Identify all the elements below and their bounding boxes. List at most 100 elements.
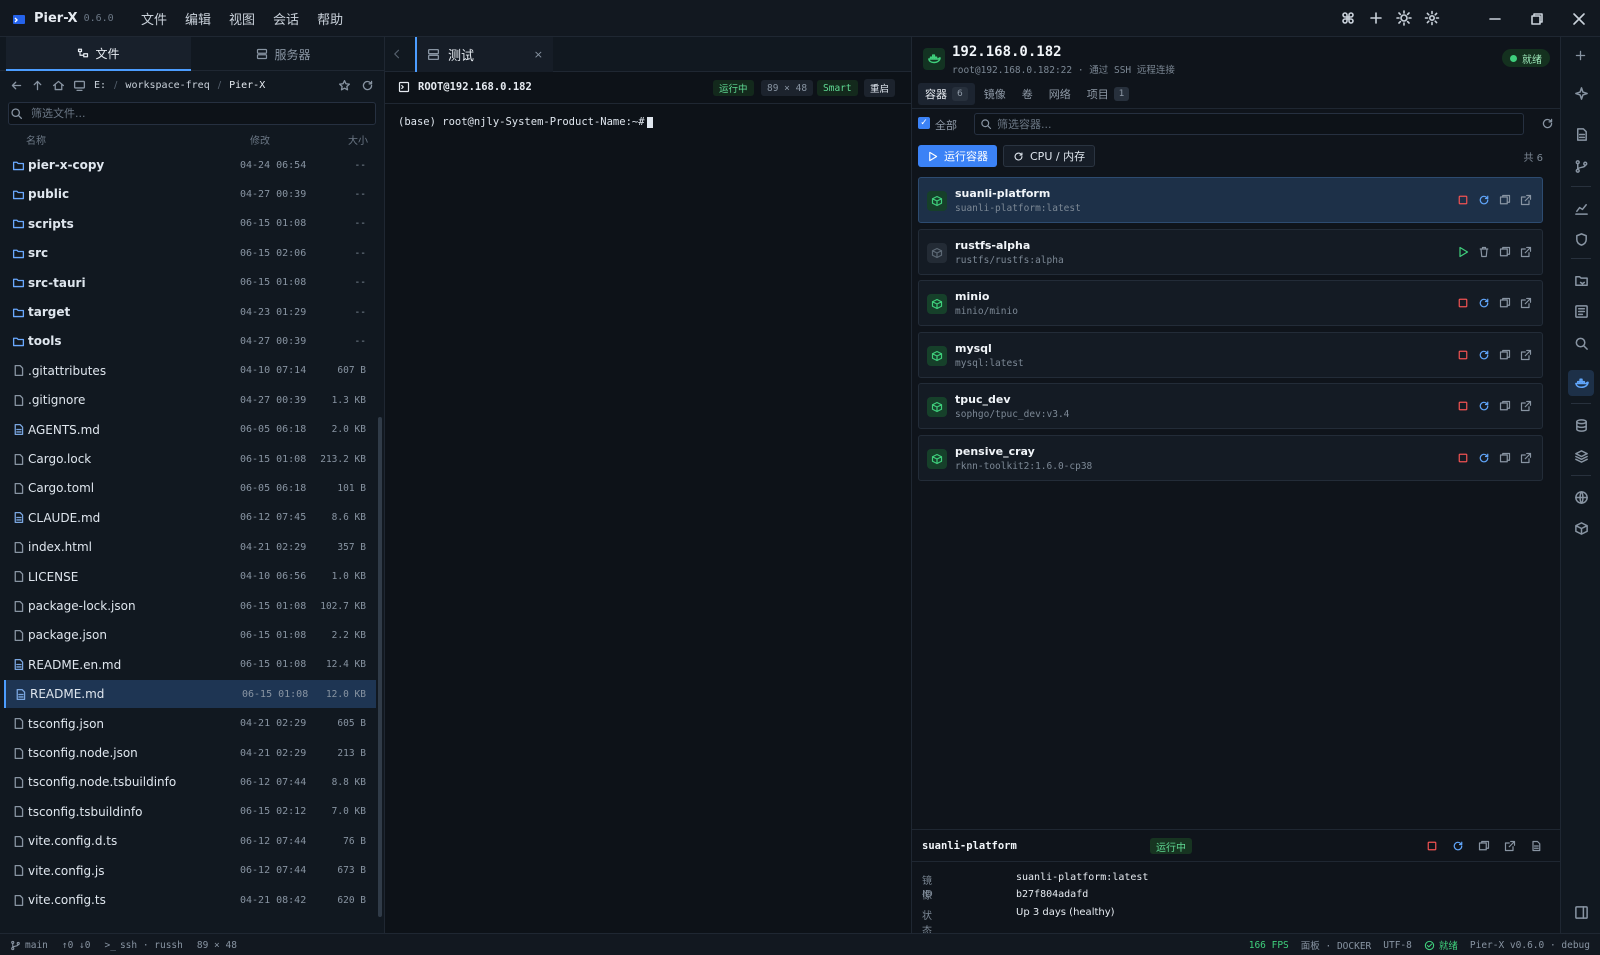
activity-network[interactable] bbox=[1568, 484, 1594, 510]
container-card[interactable]: rustfs-alpha rustfs/rustfs:alpha bbox=[918, 228, 1543, 275]
tab-volumes[interactable]: 卷 bbox=[1015, 83, 1040, 105]
container-card[interactable]: suanli-platform suanli-platform:latest bbox=[918, 177, 1543, 223]
restart-icon[interactable] bbox=[1452, 840, 1464, 852]
refresh-icon[interactable] bbox=[1541, 117, 1554, 130]
tab-close-button[interactable]: × bbox=[534, 48, 543, 61]
tab-containers[interactable]: 容器 6 bbox=[918, 83, 975, 105]
start-icon[interactable] bbox=[1457, 246, 1469, 258]
console-icon[interactable] bbox=[1499, 349, 1511, 361]
smart-mode-toggle[interactable]: Smart bbox=[817, 80, 858, 96]
column-size[interactable]: 大小 bbox=[348, 132, 368, 147]
container-filter-input[interactable] bbox=[974, 113, 1524, 135]
activity-security[interactable] bbox=[1568, 226, 1594, 252]
activity-logs[interactable] bbox=[1568, 298, 1594, 324]
folder-row[interactable]: scripts 06-15 01:08 -- bbox=[4, 210, 376, 238]
activity-database[interactable] bbox=[1568, 412, 1594, 438]
container-card[interactable]: pensive_cray rknn-toolkit2:1.6.0-cp38 bbox=[918, 434, 1543, 481]
console-icon[interactable] bbox=[1499, 246, 1511, 258]
file-row[interactable]: package.json 06-15 01:08 2.2 KB bbox=[4, 621, 376, 649]
file-row[interactable]: vite.config.d.ts 06-12 07:44 76 B bbox=[4, 827, 376, 855]
file-row[interactable]: index.html 04-21 02:29 357 B bbox=[4, 533, 376, 561]
stop-icon[interactable] bbox=[1457, 194, 1469, 206]
menu-file[interactable]: 文件 bbox=[134, 9, 174, 28]
file-row[interactable]: Cargo.toml 06-05 06:18 101 B bbox=[4, 474, 376, 502]
container-card[interactable]: tpuc_dev sophgo/tpuc_dev:v3.4 bbox=[918, 383, 1543, 429]
open-external-icon[interactable] bbox=[1520, 349, 1532, 361]
activity-docker[interactable] bbox=[1568, 370, 1594, 396]
restore-button[interactable] bbox=[1516, 0, 1558, 37]
restart-icon[interactable] bbox=[1478, 194, 1490, 206]
open-external-icon[interactable] bbox=[1520, 400, 1532, 412]
encoding-status[interactable]: UTF-8 bbox=[1383, 940, 1412, 951]
file-row[interactable]: README.md 06-15 01:08 12.0 KB bbox=[4, 680, 376, 709]
stop-icon[interactable] bbox=[1457, 349, 1469, 361]
console-icon[interactable] bbox=[1478, 840, 1490, 852]
stop-icon[interactable] bbox=[1457, 452, 1469, 464]
folder-row[interactable]: target 04-23 01:29 -- bbox=[4, 298, 376, 326]
folder-row[interactable]: src 06-15 02:06 -- bbox=[4, 239, 376, 267]
activity-sftp[interactable] bbox=[1568, 267, 1594, 293]
tab-servers[interactable]: 服务器 bbox=[191, 37, 376, 71]
folder-row[interactable]: public 04-27 00:39 -- bbox=[4, 180, 376, 208]
star-icon[interactable] bbox=[338, 79, 351, 92]
file-row[interactable]: LICENSE 04-10 06:56 1.0 KB bbox=[4, 563, 376, 591]
restart-icon[interactable] bbox=[1478, 349, 1490, 361]
console-icon[interactable] bbox=[1499, 400, 1511, 412]
logs-icon[interactable] bbox=[1530, 840, 1542, 852]
activity-monitor[interactable] bbox=[1568, 195, 1594, 221]
open-external-icon[interactable] bbox=[1504, 840, 1516, 852]
settings-gear-icon[interactable] bbox=[1424, 10, 1440, 26]
terminal-output[interactable]: (base) root@njly-System-Product-Name:~# bbox=[385, 104, 911, 140]
column-modified[interactable]: 修改 bbox=[250, 132, 270, 147]
container-card[interactable]: mysql mysql:latest bbox=[918, 331, 1543, 378]
open-external-icon[interactable] bbox=[1520, 452, 1532, 464]
menu-session[interactable]: 会话 bbox=[266, 9, 306, 28]
file-filter-input[interactable] bbox=[8, 102, 376, 125]
minimize-button[interactable] bbox=[1474, 0, 1516, 37]
scrollbar-thumb[interactable] bbox=[378, 417, 382, 917]
folder-row[interactable]: tools 04-27 00:39 -- bbox=[4, 327, 376, 355]
panel-status[interactable]: 面板 · DOCKER bbox=[1301, 938, 1371, 952]
restart-icon[interactable] bbox=[1478, 297, 1490, 309]
menu-help[interactable]: 帮助 bbox=[310, 9, 350, 28]
activity-search[interactable] bbox=[1568, 330, 1594, 356]
restart-icon[interactable] bbox=[1478, 400, 1490, 412]
file-row[interactable]: CLAUDE.md 06-12 07:45 8.6 KB bbox=[4, 504, 376, 532]
restart-icon[interactable] bbox=[1478, 452, 1490, 464]
restart-button[interactable]: 重启 bbox=[864, 79, 896, 97]
stop-icon[interactable] bbox=[1457, 297, 1469, 309]
activity-files[interactable] bbox=[1568, 121, 1594, 147]
menu-edit[interactable]: 编辑 bbox=[178, 9, 218, 28]
theme-sun-icon[interactable] bbox=[1396, 10, 1412, 26]
console-icon[interactable] bbox=[1499, 452, 1511, 464]
file-row[interactable]: AGENTS.md 06-05 06:18 2.0 KB bbox=[4, 416, 376, 444]
file-row[interactable]: .gitattributes 04-10 07:14 607 B bbox=[4, 357, 376, 385]
stop-icon[interactable] bbox=[1457, 400, 1469, 412]
tab-projects[interactable]: 项目 1 bbox=[1080, 83, 1137, 105]
stop-icon[interactable] bbox=[1426, 840, 1438, 852]
file-row[interactable]: tsconfig.json 04-21 02:29 605 B bbox=[4, 710, 376, 738]
command-palette-icon[interactable] bbox=[1340, 10, 1356, 26]
file-list-scrollbar[interactable] bbox=[378, 192, 382, 922]
file-row[interactable]: tsconfig.node.json 04-21 02:29 213 B bbox=[4, 739, 376, 767]
sync-status[interactable]: ↑0 ↓0 bbox=[62, 940, 91, 951]
file-row[interactable]: .gitignore 04-27 00:39 1.3 KB bbox=[4, 386, 376, 414]
file-row[interactable]: tsconfig.tsbuildinfo 06-15 02:12 7.0 KB bbox=[4, 798, 376, 826]
activity-packages[interactable] bbox=[1568, 515, 1594, 541]
file-row[interactable]: Cargo.lock 06-15 01:08 213.2 KB bbox=[4, 445, 376, 473]
activity-ai[interactable] bbox=[1568, 80, 1594, 106]
column-name[interactable]: 名称 bbox=[26, 132, 46, 147]
new-tab-icon[interactable] bbox=[1368, 10, 1384, 26]
console-icon[interactable] bbox=[1499, 194, 1511, 206]
home-icon[interactable] bbox=[52, 79, 65, 92]
file-row[interactable]: vite.config.ts 04-21 08:42 620 B bbox=[4, 886, 376, 914]
open-external-icon[interactable] bbox=[1520, 194, 1532, 206]
git-branch-status[interactable]: main bbox=[10, 940, 48, 951]
breadcrumb-drive[interactable]: E: bbox=[94, 80, 106, 91]
file-row[interactable]: README.en.md 06-15 01:08 12.4 KB bbox=[4, 651, 376, 679]
tab-networks[interactable]: 网络 bbox=[1042, 83, 1078, 105]
container-card[interactable]: minio minio/minio bbox=[918, 280, 1543, 326]
menu-view[interactable]: 视图 bbox=[222, 9, 262, 28]
breadcrumb-folder[interactable]: workspace-freq bbox=[125, 80, 209, 91]
file-row[interactable]: tsconfig.node.tsbuildinfo 06-12 07:44 8.8 … bbox=[4, 768, 376, 796]
